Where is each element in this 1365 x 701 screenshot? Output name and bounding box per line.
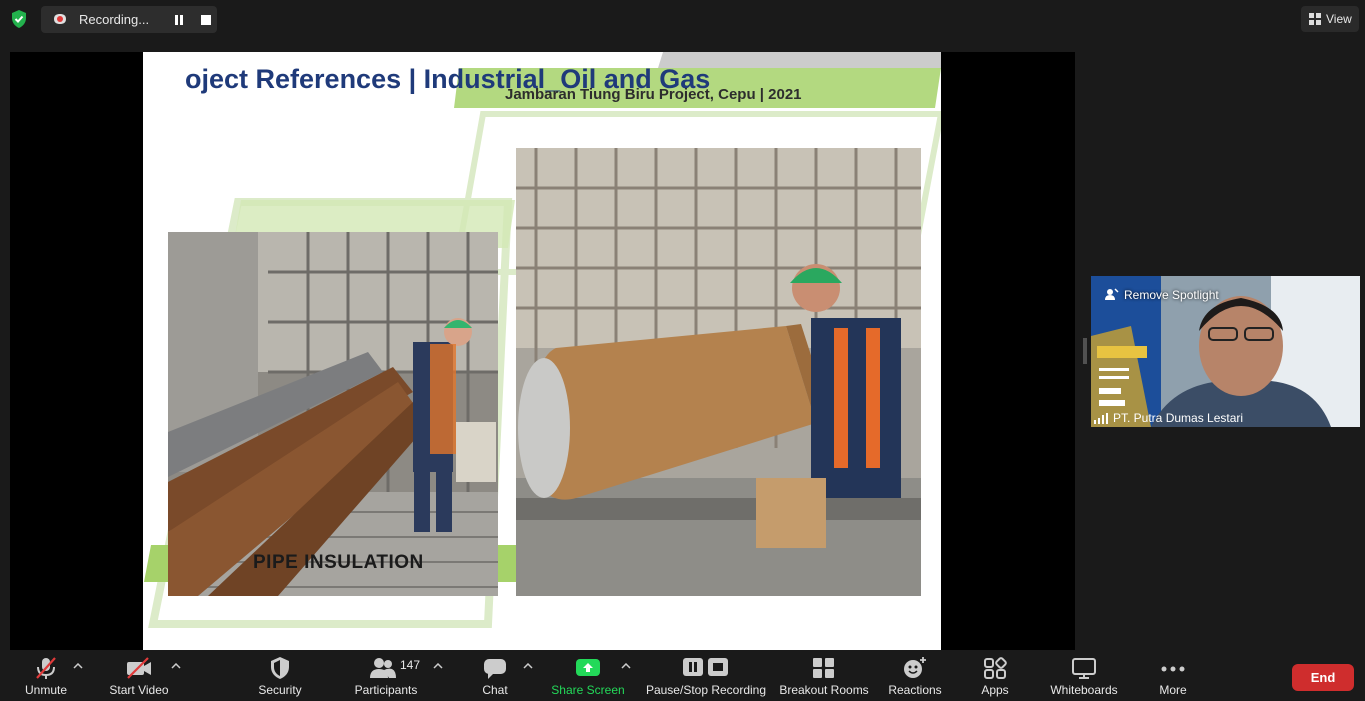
- stop-icon[interactable]: [199, 14, 213, 26]
- reactions-icon: [904, 657, 926, 678]
- chevron-up-icon[interactable]: [171, 663, 181, 669]
- apps-label: Apps: [981, 683, 1009, 697]
- chat-icon: [484, 659, 506, 679]
- grid-view-icon: [1309, 13, 1321, 25]
- chevron-up-icon[interactable]: [621, 663, 631, 669]
- remove-spotlight-label: Remove Spotlight: [1124, 288, 1219, 302]
- slide-caption: PIPE INSULATION: [253, 552, 424, 573]
- reactions-button[interactable]: Reactions: [884, 651, 946, 701]
- view-label: View: [1326, 12, 1352, 26]
- pause-stop-recording-button[interactable]: Pause/Stop Recording: [644, 651, 768, 701]
- share-screen-icon: [576, 659, 600, 676]
- unmute-label: Unmute: [24, 683, 68, 697]
- speaker-video-tile[interactable]: Remove Spotlight PT. Putra Dumas Lestari: [1091, 276, 1360, 427]
- more-label: More: [1159, 683, 1187, 697]
- participants-icon: [370, 658, 396, 678]
- slide-subtitle: Jambaran Tiung Biru Project, Cepu | 2021: [505, 86, 802, 103]
- chevron-up-icon[interactable]: [73, 663, 83, 669]
- record-icon: [54, 14, 66, 24]
- security-button[interactable]: Security: [252, 651, 308, 701]
- start-video-label: Start Video: [109, 683, 169, 697]
- start-video-button[interactable]: Start Video: [104, 651, 174, 701]
- whiteboards-label: Whiteboards: [1050, 683, 1118, 697]
- security-label: Security: [258, 683, 302, 697]
- meeting-top-bar: Recording... View: [0, 0, 1365, 40]
- more-button[interactable]: More: [1150, 651, 1196, 701]
- signal-icon: [1094, 413, 1108, 424]
- presentation-slide: oject References | Industrial_Oil and Ga…: [143, 52, 941, 650]
- shield-check-icon[interactable]: [9, 9, 29, 29]
- chevron-up-icon[interactable]: [523, 663, 533, 669]
- speaker-name: PT. Putra Dumas Lestari: [1113, 411, 1244, 425]
- chat-button[interactable]: Chat: [474, 651, 516, 701]
- recording-label: Recording...: [79, 12, 150, 27]
- breakout-rooms-label: Breakout Rooms: [779, 683, 869, 697]
- view-button[interactable]: View: [1301, 6, 1359, 32]
- recording-controls-icon: [683, 658, 728, 676]
- chevron-up-icon[interactable]: [433, 663, 443, 669]
- shared-screen: oject References | Industrial_Oil and Ga…: [10, 52, 1075, 650]
- unmute-button[interactable]: Unmute: [18, 651, 74, 701]
- security-icon: [271, 657, 289, 679]
- breakout-rooms-icon: [813, 658, 834, 678]
- chat-label: Chat: [482, 683, 508, 697]
- pipe-insulation-photo-right: [516, 148, 921, 596]
- whiteboards-button[interactable]: Whiteboards: [1046, 651, 1122, 701]
- pipe-insulation-photo-left: [168, 232, 498, 596]
- recording-indicator: Recording...: [41, 6, 217, 33]
- spotlight-icon: [1105, 288, 1119, 300]
- meeting-toolbar: Unmute Start Video Security 147 Particip…: [0, 651, 1365, 701]
- video-off-icon: [127, 657, 151, 679]
- reactions-label: Reactions: [888, 683, 942, 697]
- drag-handle[interactable]: [1083, 338, 1087, 364]
- end-meeting-button[interactable]: End: [1292, 664, 1354, 691]
- mic-off-icon: [36, 657, 56, 679]
- apps-button[interactable]: Apps: [974, 651, 1016, 701]
- breakout-rooms-button[interactable]: Breakout Rooms: [778, 651, 870, 701]
- participants-label: Participants: [354, 683, 418, 697]
- share-screen-button[interactable]: Share Screen: [550, 651, 626, 701]
- more-icon: [1161, 666, 1185, 672]
- pause-stop-recording-label: Pause/Stop Recording: [645, 683, 767, 697]
- whiteboard-icon: [1072, 658, 1096, 679]
- pause-icon[interactable]: [172, 14, 186, 26]
- participants-button[interactable]: 147 Participants: [350, 651, 422, 701]
- apps-icon: [984, 657, 1007, 679]
- share-screen-label: Share Screen: [551, 683, 625, 697]
- participants-count: 147: [400, 658, 421, 672]
